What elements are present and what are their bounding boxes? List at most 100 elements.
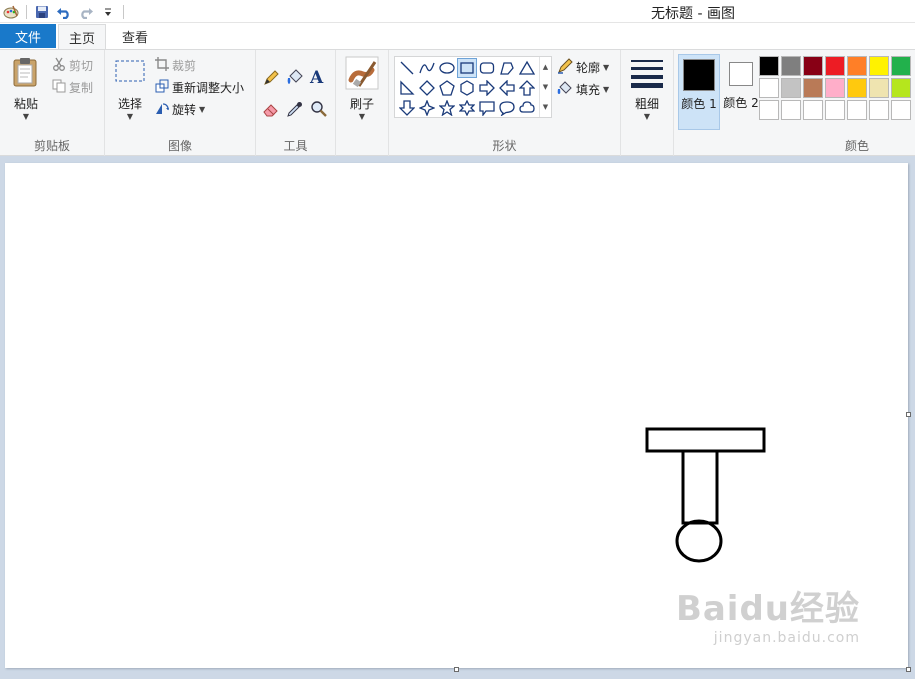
select-dropdown-icon: ▼ xyxy=(126,112,134,121)
down-arrow-shape-icon[interactable] xyxy=(397,98,417,118)
tools-group-label: 工具 xyxy=(283,139,308,153)
cloud-callout-shape-icon[interactable] xyxy=(517,98,537,118)
palette-swatch[interactable] xyxy=(803,100,823,120)
cut-label: 剪切 xyxy=(69,59,94,73)
colors-group-label: 颜色 xyxy=(844,139,869,153)
pencil-icon[interactable] xyxy=(262,69,280,90)
five-point-star-shape-icon[interactable] xyxy=(437,98,457,118)
rounded-rectangle-shape-icon[interactable] xyxy=(477,58,497,78)
size-button[interactable]: 粗细 ▼ xyxy=(627,58,667,121)
gallery-up-icon[interactable]: ▲ xyxy=(543,63,548,71)
paste-icon xyxy=(11,56,41,91)
rectangle-shape-icon[interactable] xyxy=(457,58,477,78)
shapes-gallery-scroll[interactable]: ▲ ▼ ▼ xyxy=(539,57,551,117)
line-shape-icon[interactable] xyxy=(397,58,417,78)
clipboard-group: 粘贴 ▼ 剪切 复制 剪贴板 xyxy=(0,50,105,156)
drawn-rectangle-bar xyxy=(645,427,766,453)
palette-swatch[interactable] xyxy=(847,100,867,120)
paste-dropdown-icon: ▼ xyxy=(22,112,30,121)
palette-swatch[interactable] xyxy=(781,100,801,120)
ribbon-tabs: 文件 主页 查看 xyxy=(0,23,915,49)
resize-handle-right[interactable] xyxy=(906,412,911,417)
palette-swatch[interactable] xyxy=(847,78,867,98)
palette-swatch[interactable] xyxy=(759,56,779,76)
resize-button[interactable]: 重新调整大小 xyxy=(155,79,244,96)
six-point-star-shape-icon[interactable] xyxy=(457,98,477,118)
up-arrow-shape-icon[interactable] xyxy=(517,78,537,98)
cut-button[interactable]: 剪切 xyxy=(52,57,93,74)
oval-callout-shape-icon[interactable] xyxy=(497,98,517,118)
palette-swatch[interactable] xyxy=(891,100,911,120)
tab-view[interactable]: 查看 xyxy=(110,24,160,49)
fill-button[interactable]: 填充 ▼ xyxy=(557,80,609,99)
right-arrow-shape-icon[interactable] xyxy=(477,78,497,98)
copy-button[interactable]: 复制 xyxy=(52,79,93,96)
outline-button[interactable]: 轮廓 ▼ xyxy=(557,58,609,77)
magnifier-icon[interactable] xyxy=(310,100,328,121)
color-picker-icon[interactable] xyxy=(286,100,304,121)
size-dropdown-icon: ▼ xyxy=(643,112,651,121)
pentagon-shape-icon[interactable] xyxy=(437,78,457,98)
tab-home[interactable]: 主页 xyxy=(58,24,106,49)
brushes-button[interactable]: 刷子 ▼ xyxy=(342,56,382,121)
shapes-gallery: ▲ ▼ ▼ xyxy=(394,56,552,118)
color1-swatch xyxy=(683,59,715,91)
palette-swatch[interactable] xyxy=(891,78,911,98)
resize-handle-corner[interactable] xyxy=(906,667,911,672)
scissors-icon xyxy=(52,57,66,74)
tab-file[interactable]: 文件 xyxy=(0,24,56,48)
triangle-shape-icon[interactable] xyxy=(517,58,537,78)
palette-swatch[interactable] xyxy=(781,78,801,98)
ribbon: 粘贴 ▼ 剪切 复制 剪贴板 选择 ▼ 裁剪 重新调整大小 旋转 ▼ 图像 A … xyxy=(0,49,915,156)
drawing-canvas[interactable]: Baidu经验 jingyan.baidu.com xyxy=(5,163,908,668)
oval-shape-icon[interactable] xyxy=(437,58,457,78)
tools-group: A 工具 xyxy=(256,50,336,156)
palette-swatch[interactable] xyxy=(825,78,845,98)
curve-shape-icon[interactable] xyxy=(417,58,437,78)
palette-swatch[interactable] xyxy=(825,100,845,120)
fill-label: 填充 xyxy=(576,83,601,97)
palette-swatch[interactable] xyxy=(759,100,779,120)
palette-swatch[interactable] xyxy=(847,56,867,76)
drawn-rectangle-stem xyxy=(681,449,719,525)
palette-swatch[interactable] xyxy=(869,78,889,98)
color2-button[interactable]: 颜色 2 xyxy=(720,54,762,130)
copy-icon xyxy=(52,79,66,96)
palette-swatch[interactable] xyxy=(891,56,911,76)
right-triangle-shape-icon[interactable] xyxy=(397,78,417,98)
gallery-expand-icon[interactable]: ▼ xyxy=(543,103,548,111)
fill-bucket-icon[interactable] xyxy=(286,69,304,90)
color1-label: 颜色 1 xyxy=(681,97,717,111)
four-point-star-shape-icon[interactable] xyxy=(417,98,437,118)
paste-button[interactable]: 粘贴 ▼ xyxy=(6,56,46,121)
palette-swatch[interactable] xyxy=(781,56,801,76)
text-tool-icon[interactable]: A xyxy=(310,68,323,88)
rectangular-callout-shape-icon[interactable] xyxy=(477,98,497,118)
gallery-down-icon[interactable]: ▼ xyxy=(543,83,548,91)
left-arrow-shape-icon[interactable] xyxy=(497,78,517,98)
palette-swatch[interactable] xyxy=(825,56,845,76)
title-bar: 无标题 - 画图 xyxy=(0,0,915,23)
palette-swatch[interactable] xyxy=(803,78,823,98)
diamond-shape-icon[interactable] xyxy=(417,78,437,98)
line-width-icon xyxy=(630,58,664,91)
colors-group: 颜色 1 颜色 2 颜色 xyxy=(674,50,915,156)
rotate-dropdown-icon: ▼ xyxy=(199,105,206,114)
rotate-button[interactable]: 旋转 ▼ xyxy=(155,101,205,118)
crop-button[interactable]: 裁剪 xyxy=(155,57,196,74)
eraser-icon[interactable] xyxy=(262,100,280,121)
palette-swatch[interactable] xyxy=(759,78,779,98)
resize-handle-bottom[interactable] xyxy=(454,667,459,672)
select-button[interactable]: 选择 ▼ xyxy=(113,58,147,121)
palette-swatch[interactable] xyxy=(869,56,889,76)
palette-swatch[interactable] xyxy=(869,100,889,120)
color1-button[interactable]: 颜色 1 xyxy=(678,54,720,130)
rotate-icon xyxy=(155,101,169,118)
outline-dropdown-icon: ▼ xyxy=(603,63,610,72)
rotate-label: 旋转 xyxy=(172,103,197,117)
brushes-dropdown-icon: ▼ xyxy=(358,112,366,121)
palette-swatch[interactable] xyxy=(803,56,823,76)
hexagon-shape-icon[interactable] xyxy=(457,78,477,98)
polygon-shape-icon[interactable] xyxy=(497,58,517,78)
watermark: Baidu经验 jingyan.baidu.com xyxy=(676,581,860,646)
